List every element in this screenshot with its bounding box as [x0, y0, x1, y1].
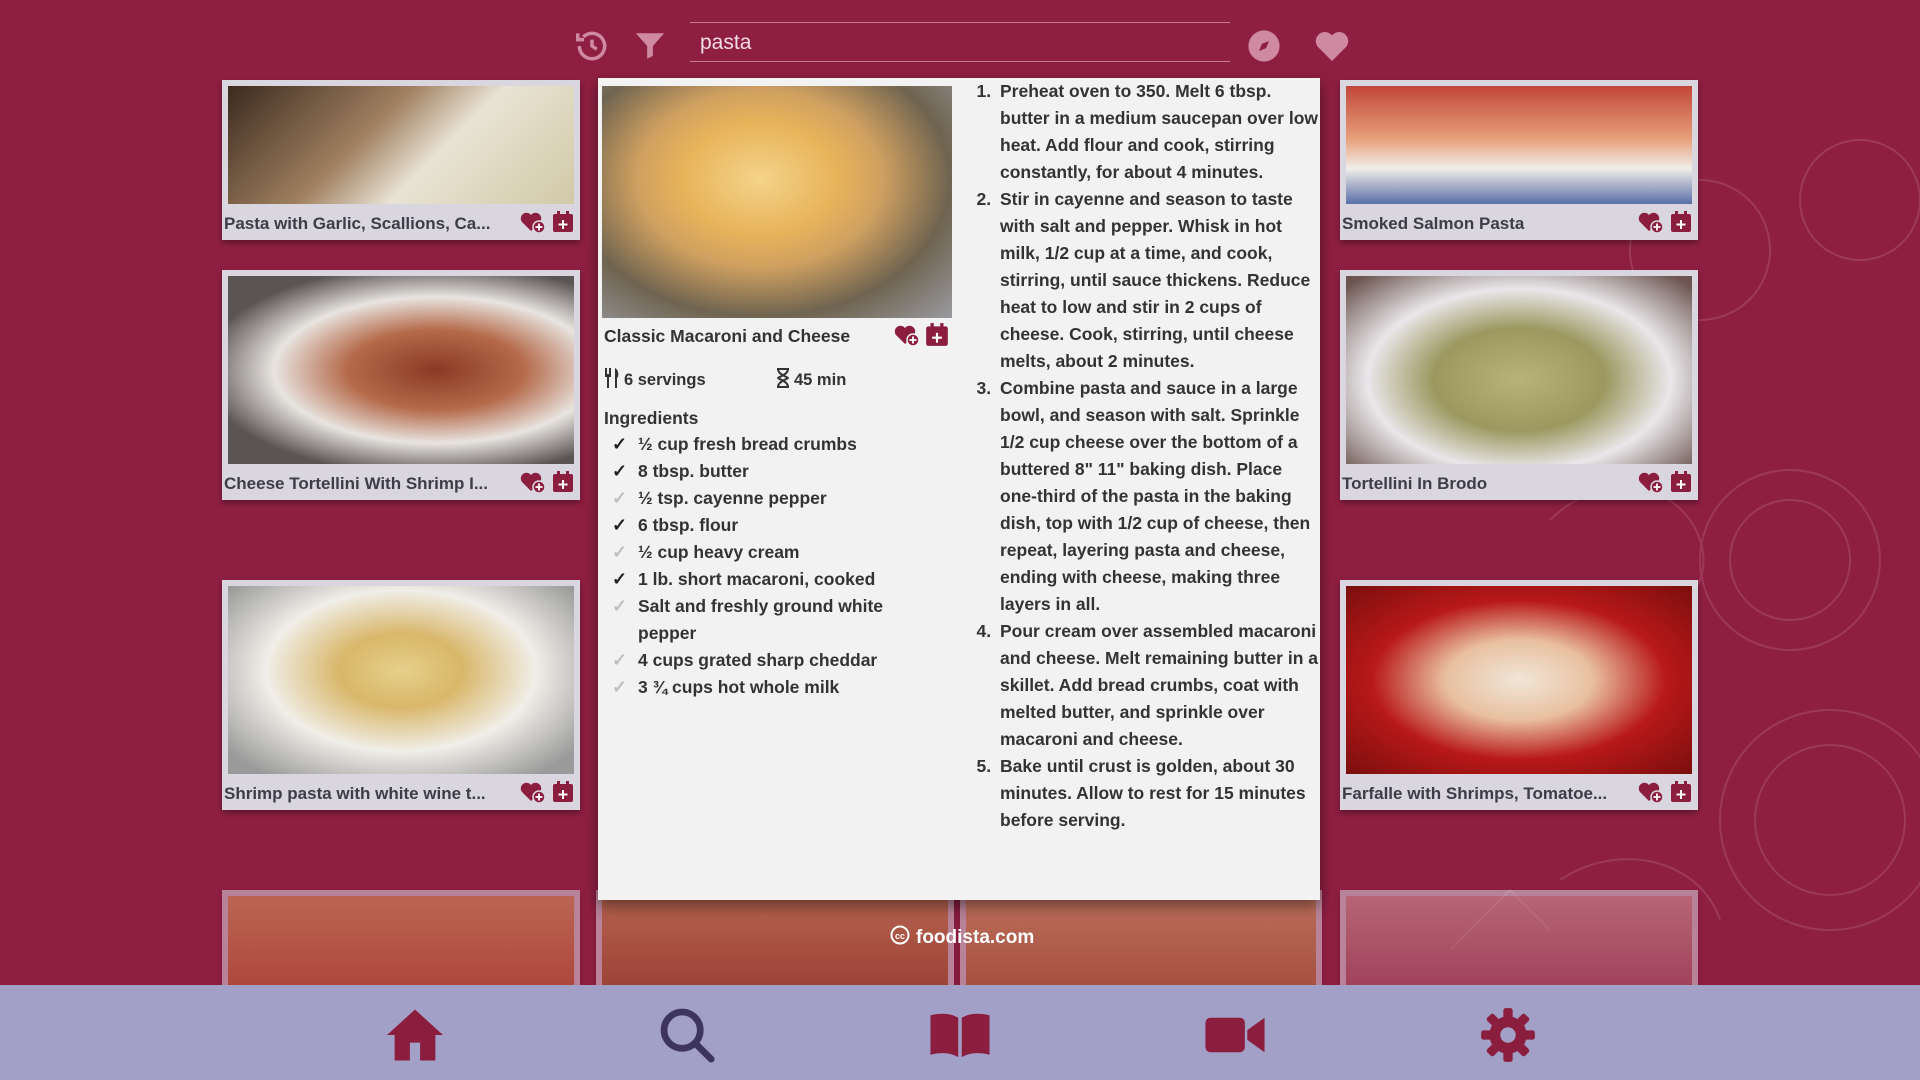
- ingredient-text: 3 ¾ cups hot whole milk: [638, 677, 840, 697]
- add-favorite-icon[interactable]: [520, 779, 546, 805]
- recipe-photo: [228, 586, 574, 774]
- ingredient-item[interactable]: ✓ 1 lb. short macaroni, cooked: [612, 566, 912, 593]
- ingredient-item[interactable]: ✓ Salt and freshly ground white pepper: [612, 593, 912, 647]
- source-attribution[interactable]: cc foodista.com: [890, 925, 1034, 951]
- ingredient-text: 8 tbsp. butter: [638, 461, 749, 481]
- top-toolbar: pasta: [560, 16, 1360, 76]
- search-icon[interactable]: [652, 1003, 722, 1067]
- video-icon[interactable]: [1200, 1003, 1270, 1067]
- recipe-title: Classic Macaroni and Cheese: [604, 326, 851, 346]
- instruction-step: Stir in cayenne and season to taste with…: [996, 186, 1318, 375]
- explore-icon[interactable]: [1242, 24, 1286, 68]
- checkmark-icon[interactable]: ✓: [612, 431, 627, 458]
- ingredient-text: 1 lb. short macaroni, cooked: [638, 569, 876, 589]
- instruction-step: Bake until crust is golden, about 30 min…: [996, 753, 1318, 834]
- instruction-step: Combine pasta and sauce in a large bowl,…: [996, 375, 1318, 618]
- recipe-photo: [228, 276, 574, 464]
- creative-commons-icon: cc: [890, 925, 910, 951]
- ingredient-text: ½ cup heavy cream: [638, 542, 800, 562]
- checkmark-icon[interactable]: ✓: [612, 458, 627, 485]
- checkmark-icon[interactable]: ✓: [612, 539, 627, 566]
- add-to-calendar-icon[interactable]: [924, 322, 950, 348]
- ingredient-item[interactable]: ✓ ½ tsp. cayenne pepper: [612, 485, 912, 512]
- recipe-card[interactable]: Smoked Salmon Pasta: [1340, 80, 1698, 240]
- recipe-photo: [1346, 896, 1692, 985]
- recipe-detail-panel: Classic Macaroni and Cheese 6 servings 4…: [598, 78, 1320, 900]
- add-to-calendar-icon[interactable]: [550, 209, 576, 235]
- add-favorite-icon[interactable]: [520, 469, 546, 495]
- recipe-title: Pasta with Garlic, Scallions, Ca...: [224, 214, 491, 233]
- recipe-photo: [1346, 276, 1692, 464]
- add-to-calendar-icon[interactable]: [1668, 469, 1694, 495]
- history-icon[interactable]: [570, 24, 614, 68]
- ingredient-text: Salt and freshly ground white pepper: [638, 596, 884, 643]
- instructions-list: Preheat oven to 350. Melt 6 tbsp. butter…: [968, 78, 1318, 834]
- settings-icon[interactable]: [1473, 1003, 1543, 1067]
- bottom-navigation: [0, 985, 1920, 1080]
- add-to-calendar-icon[interactable]: [1668, 779, 1694, 805]
- recipe-card[interactable]: Cheese Tortellini With Shrimp I...: [222, 270, 580, 500]
- ingredient-text: ½ cup fresh bread crumbs: [638, 434, 857, 454]
- time-text: 45 min: [794, 371, 847, 389]
- recipe-card[interactable]: Tortellini In Brodo: [1340, 270, 1698, 500]
- home-icon[interactable]: [380, 1003, 450, 1067]
- recipe-title: Smoked Salmon Pasta: [1342, 214, 1525, 233]
- recipe-title: Farfalle with Shrimps, Tomatoe...: [1342, 784, 1608, 803]
- recipe-card[interactable]: Pasta with Garlic, Scallions, Ca...: [222, 80, 580, 240]
- book-icon[interactable]: [925, 1003, 995, 1067]
- recipe-hero-photo: [602, 86, 952, 318]
- instruction-step: Pour cream over assembled macaroni and c…: [996, 618, 1318, 753]
- recipe-title: Tortellini In Brodo: [1342, 474, 1488, 493]
- ingredient-text: ½ tsp. cayenne pepper: [638, 488, 827, 508]
- recipe-photo: [1346, 86, 1692, 204]
- add-favorite-icon[interactable]: [1638, 779, 1664, 805]
- time-info: 45 min: [776, 368, 846, 393]
- servings-text: 6 servings: [624, 371, 706, 389]
- ingredient-item[interactable]: ✓ 4 cups grated sharp cheddar: [612, 647, 912, 674]
- search-input[interactable]: pasta: [690, 22, 1230, 62]
- ingredient-item[interactable]: ✓ ½ cup heavy cream: [612, 539, 912, 566]
- filter-icon[interactable]: [628, 24, 672, 68]
- recipe-photo: [1346, 586, 1692, 774]
- ingredient-text: 4 cups grated sharp cheddar: [638, 650, 878, 670]
- add-to-calendar-icon[interactable]: [550, 469, 576, 495]
- favorites-icon[interactable]: [1310, 24, 1354, 68]
- add-to-calendar-icon[interactable]: [550, 779, 576, 805]
- recipe-card[interactable]: [1340, 890, 1698, 985]
- source-label: foodista.com: [916, 927, 1035, 948]
- add-favorite-icon[interactable]: [520, 209, 546, 235]
- recipe-title: Cheese Tortellini With Shrimp I...: [224, 474, 489, 493]
- checkmark-icon[interactable]: ✓: [612, 674, 627, 701]
- add-favorite-icon[interactable]: [1638, 209, 1664, 235]
- ingredients-list: ✓ ½ cup fresh bread crumbs ✓ 8 tbsp. butter…: [612, 431, 912, 701]
- checkmark-icon[interactable]: ✓: [612, 485, 627, 512]
- recipe-photo: [228, 896, 574, 985]
- checkmark-icon[interactable]: ✓: [612, 512, 627, 539]
- add-to-calendar-icon[interactable]: [1668, 209, 1694, 235]
- svg-text:cc: cc: [895, 931, 905, 941]
- recipe-card[interactable]: Farfalle with Shrimps, Tomatoe...: [1340, 580, 1698, 810]
- recipe-card[interactable]: [222, 890, 580, 985]
- add-favorite-icon[interactable]: [894, 322, 920, 348]
- recipe-photo: [228, 86, 574, 204]
- servings-info: 6 servings: [604, 368, 706, 393]
- ingredient-item[interactable]: ✓ ½ cup fresh bread crumbs: [612, 431, 912, 458]
- recipe-title: Shrimp pasta with white wine t...: [224, 784, 486, 803]
- checkmark-icon[interactable]: ✓: [612, 566, 627, 593]
- checkmark-icon[interactable]: ✓: [612, 647, 627, 674]
- utensils-icon: [604, 368, 620, 393]
- checkmark-icon[interactable]: ✓: [612, 593, 627, 620]
- ingredient-text: 6 tbsp. flour: [638, 515, 739, 535]
- hourglass-icon: [776, 368, 790, 393]
- ingredient-item[interactable]: ✓ 6 tbsp. flour: [612, 512, 912, 539]
- instruction-step: Preheat oven to 350. Melt 6 tbsp. butter…: [996, 78, 1318, 186]
- ingredient-item[interactable]: ✓ 3 ¾ cups hot whole milk: [612, 674, 912, 701]
- ingredient-item[interactable]: ✓ 8 tbsp. butter: [612, 458, 912, 485]
- ingredients-heading: Ingredients: [604, 408, 699, 428]
- recipe-card[interactable]: Shrimp pasta with white wine t...: [222, 580, 580, 810]
- add-favorite-icon[interactable]: [1638, 469, 1664, 495]
